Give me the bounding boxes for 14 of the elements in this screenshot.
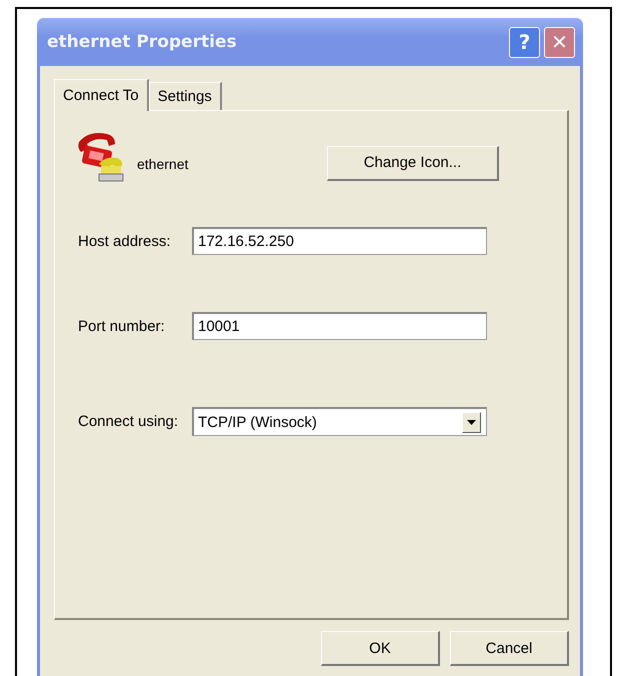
field-label: Port number: [78,318,166,334]
input-field[interactable]: 10001 [192,312,487,340]
change-icon-button[interactable]: Change Icon... [327,146,499,180]
window-title: ethernet Properties [47,32,238,52]
dropdown-field[interactable]: TCP/IP (Winsock) [192,407,487,436]
tab[interactable]: Settings [148,82,222,110]
field-label: Connect using: [78,413,180,430]
tab[interactable]: Connect To [54,79,149,111]
ok-button[interactable]: OK [321,631,440,666]
input-field[interactable]: 172.16.52.250 [192,227,487,255]
field-label: Host address: [78,232,172,250]
connection-name: ethernet [137,156,190,172]
help-button[interactable]: ? [509,26,540,58]
cancel-button[interactable]: Cancel [450,631,569,666]
